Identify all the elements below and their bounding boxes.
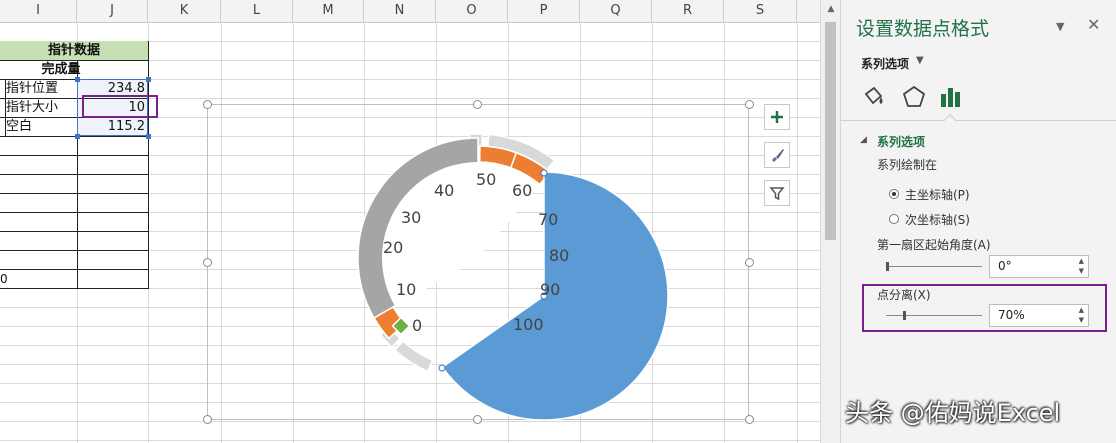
tick-label: 30 [401, 208, 421, 227]
point-explosion-slider[interactable] [886, 315, 982, 316]
spin-down-icon[interactable]: ▼ [1079, 267, 1084, 275]
tick-label: 80 [549, 246, 569, 265]
active-tab-pointer [942, 113, 958, 129]
scroll-up-arrow-icon[interactable]: ▲ [821, 4, 841, 18]
worksheet-area[interactable]: I J K L M N O P Q R S 指针数据 完成量 指针位置 234.… [0, 0, 820, 443]
data-point-selection-handle[interactable] [540, 169, 548, 177]
first-slice-angle-spinner[interactable]: 0° ▲ ▼ [989, 255, 1089, 278]
data-point-selection-handle[interactable] [438, 364, 446, 372]
pane-options-chevron-icon[interactable]: ▼ [1056, 20, 1064, 33]
collapse-caret-icon[interactable]: ◢ [860, 135, 867, 145]
tick-label: 70 [538, 210, 558, 229]
fill-line-icon[interactable] [861, 84, 887, 110]
first-slice-angle-slider[interactable] [886, 266, 982, 267]
chart-elements-button[interactable] [764, 104, 790, 130]
effects-icon[interactable] [901, 84, 927, 110]
slider-thumb[interactable] [886, 262, 889, 271]
plus-icon [771, 111, 783, 123]
watermark-text: 头条 @佑妈说Excel [845, 399, 1061, 427]
secondary-axis-radio[interactable] [889, 214, 899, 224]
tick-label: 50 [476, 170, 496, 189]
spinner-value[interactable]: 70% [998, 308, 1025, 322]
tick-label: 90 [540, 280, 560, 299]
primary-axis-radio[interactable] [889, 189, 899, 199]
series-options-icon[interactable] [938, 84, 964, 110]
tick-label: 10 [396, 280, 416, 299]
tick-label: 20 [383, 238, 403, 257]
scrollbar-thumb[interactable] [825, 22, 836, 240]
first-slice-angle-label: 第一扇区起始角度(A) [877, 238, 991, 252]
spin-up-icon[interactable]: ▲ [1079, 306, 1084, 314]
tab-divider [841, 120, 1116, 121]
tick-label: 60 [512, 181, 532, 200]
chart-styles-button[interactable] [764, 142, 790, 168]
primary-axis-label[interactable]: 主坐标轴(P) [905, 186, 970, 203]
slider-thumb[interactable] [903, 311, 906, 320]
point-explosion-label: 点分离(X) [877, 288, 931, 302]
vertical-scrollbar[interactable]: ▲ [820, 0, 841, 443]
brush-icon [772, 149, 784, 162]
spin-down-icon[interactable]: ▼ [1079, 316, 1084, 324]
tick-label: 100 [513, 315, 544, 334]
point-explosion-spinner[interactable]: 70% ▲ ▼ [989, 304, 1089, 327]
pane-title: 设置数据点格式 [856, 18, 990, 40]
dropdown-caret-icon[interactable]: ▼ [916, 55, 924, 66]
format-data-point-pane: 设置数据点格式 ▼ ✕ 系列选项 ▼ ◢ 系列选项 系列绘制在 主坐标轴(P) … [840, 0, 1116, 443]
section-title[interactable]: 系列选项 [877, 133, 925, 150]
series-options-dropdown[interactable]: 系列选项 [861, 55, 909, 72]
spinner-value[interactable]: 0° [998, 259, 1012, 273]
filter-icon [769, 187, 785, 201]
plot-on-label: 系列绘制在 [877, 158, 938, 172]
spin-up-icon[interactable]: ▲ [1079, 257, 1084, 265]
close-icon[interactable]: ✕ [1087, 15, 1100, 34]
tick-label: 40 [434, 181, 454, 200]
secondary-axis-label[interactable]: 次坐标轴(S) [905, 211, 970, 228]
chart-filters-button[interactable] [764, 180, 790, 206]
tick-label: 0 [412, 316, 422, 335]
dial-outer-track [393, 340, 434, 373]
gauge-chart[interactable]: 0 10 20 30 40 50 60 70 80 90 100 [0, 0, 820, 443]
